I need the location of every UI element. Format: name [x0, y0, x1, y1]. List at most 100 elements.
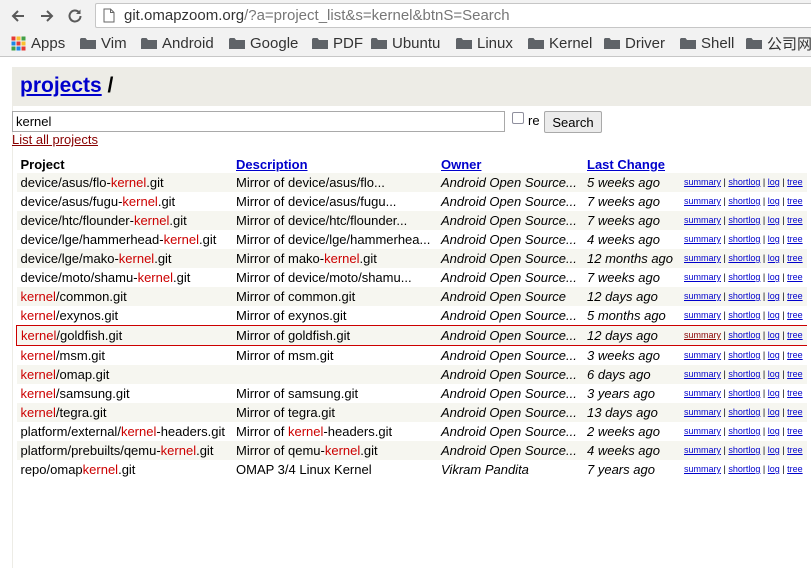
list-all-projects-link[interactable]: List all projects — [12, 132, 98, 147]
search-button[interactable]: Search — [544, 111, 602, 133]
table-row[interactable]: device/moto/shamu-kernel.git Mirror of de… — [17, 268, 807, 287]
summary-link[interactable]: summary — [684, 464, 721, 474]
project-name[interactable]: device/htc/flounder-kernel.git — [16, 211, 232, 230]
tree-link[interactable]: tree — [787, 310, 803, 320]
project-name[interactable]: kernel/exynos.git — [17, 306, 233, 326]
tree-link[interactable]: tree — [787, 407, 803, 417]
back-button[interactable] — [5, 3, 31, 29]
shortlog-link[interactable]: shortlog — [728, 272, 760, 282]
shortlog-link[interactable]: shortlog — [728, 464, 760, 474]
log-link[interactable]: log — [768, 310, 780, 320]
project-name[interactable]: platform/prebuilts/qemu-kernel.git — [16, 441, 232, 460]
table-row[interactable]: kernel/samsung.git Mirror of samsung.git A… — [17, 384, 807, 403]
tree-link[interactable]: tree — [787, 350, 803, 360]
sort-last-change-link[interactable]: Last Change — [587, 157, 665, 172]
bookmark-google[interactable]: Google — [229, 33, 298, 53]
table-row[interactable]: kernel/msm.git Mirror of msm.git Android O… — [17, 346, 807, 366]
project-name[interactable]: device/asus/fugu-kernel.git — [17, 192, 233, 211]
project-name[interactable]: kernel/tegra.git — [16, 403, 232, 422]
table-row[interactable]: kernel/omap.git Android Open Source... 6 d… — [16, 365, 807, 384]
bookmark-driver[interactable]: Driver — [604, 33, 665, 53]
bookmark-linux[interactable]: Linux — [456, 33, 513, 53]
summary-link[interactable]: summary — [684, 369, 721, 379]
tree-link[interactable]: tree — [787, 388, 803, 398]
forward-button[interactable] — [34, 3, 60, 29]
project-name[interactable]: kernel/goldfish.git — [16, 325, 232, 346]
tree-link[interactable]: tree — [787, 330, 803, 340]
shortlog-link[interactable]: shortlog — [728, 177, 760, 187]
project-name[interactable]: device/lge/hammerhead-kernel.git — [17, 230, 233, 249]
shortlog-link[interactable]: shortlog — [728, 310, 760, 320]
bookmark-shell[interactable]: Shell — [680, 33, 734, 53]
shortlog-link[interactable]: shortlog — [728, 253, 760, 263]
shortlog-link[interactable]: shortlog — [728, 330, 760, 340]
log-link[interactable]: log — [768, 234, 780, 244]
tree-link[interactable]: tree — [787, 272, 803, 282]
table-row[interactable]: platform/external/kernel-headers.git Mirr… — [17, 422, 807, 441]
tree-link[interactable]: tree — [787, 291, 803, 301]
summary-link[interactable]: summary — [684, 291, 721, 301]
table-row[interactable]: device/asus/fugu-kernel.git Mirror of dev… — [17, 192, 807, 211]
log-link[interactable]: log — [768, 464, 780, 474]
log-link[interactable]: log — [768, 253, 780, 263]
shortlog-link[interactable]: shortlog — [728, 388, 760, 398]
shortlog-link[interactable]: shortlog — [728, 196, 760, 206]
tree-link[interactable]: tree — [787, 445, 803, 455]
summary-link[interactable]: summary — [684, 196, 721, 206]
bookmark-kernel[interactable]: Kernel — [528, 33, 592, 53]
tree-link[interactable]: tree — [787, 196, 803, 206]
shortlog-link[interactable]: shortlog — [728, 407, 760, 417]
bookmark-pdf[interactable]: PDF — [312, 33, 363, 53]
bookmark-ubuntu[interactable]: Ubuntu — [371, 33, 440, 53]
log-link[interactable]: log — [768, 272, 780, 282]
project-name[interactable]: kernel/common.git — [16, 287, 232, 306]
project-name[interactable]: device/moto/shamu-kernel.git — [17, 268, 233, 287]
table-row[interactable]: kernel/tegra.git Mirror of tegra.git Andro… — [16, 403, 807, 422]
bookmark-apps[interactable]: Apps — [11, 33, 65, 53]
shortlog-link[interactable]: shortlog — [728, 291, 760, 301]
summary-link[interactable]: summary — [684, 330, 721, 340]
projects-link[interactable]: projects — [20, 74, 102, 97]
summary-link[interactable]: summary — [684, 253, 721, 263]
sort-description-link[interactable]: Description — [236, 157, 308, 172]
summary-link[interactable]: summary — [684, 215, 721, 225]
summary-link[interactable]: summary — [684, 426, 721, 436]
sort-owner-link[interactable]: Owner — [441, 157, 481, 172]
tree-link[interactable]: tree — [787, 464, 803, 474]
summary-link[interactable]: summary — [684, 350, 721, 360]
summary-link[interactable]: summary — [684, 272, 721, 282]
log-link[interactable]: log — [768, 330, 780, 340]
project-name[interactable]: repo/omapkernel.git — [17, 460, 233, 479]
log-link[interactable]: log — [768, 445, 780, 455]
bookmark-vim[interactable]: Vim — [80, 33, 127, 53]
address-bar[interactable]: git.omapzoom.org/?a=project_list&s=kerne… — [95, 3, 811, 28]
shortlog-link[interactable]: shortlog — [728, 426, 760, 436]
shortlog-link[interactable]: shortlog — [728, 369, 760, 379]
tree-link[interactable]: tree — [787, 234, 803, 244]
regex-checkbox[interactable] — [512, 112, 524, 124]
shortlog-link[interactable]: shortlog — [728, 215, 760, 225]
log-link[interactable]: log — [768, 291, 780, 301]
shortlog-link[interactable]: shortlog — [728, 445, 760, 455]
bookmark-android[interactable]: Android — [141, 33, 214, 53]
table-row[interactable]: kernel/exynos.git Mirror of exynos.git And… — [17, 306, 807, 326]
project-name[interactable]: platform/external/kernel-headers.git — [17, 422, 233, 441]
tree-link[interactable]: tree — [787, 253, 803, 263]
tree-link[interactable]: tree — [787, 426, 803, 436]
log-link[interactable]: log — [768, 196, 780, 206]
table-row[interactable]: device/htc/flounder-kernel.git Mirror of … — [16, 211, 807, 230]
log-link[interactable]: log — [768, 215, 780, 225]
log-link[interactable]: log — [768, 388, 780, 398]
summary-link[interactable]: summary — [684, 234, 721, 244]
shortlog-link[interactable]: shortlog — [728, 234, 760, 244]
table-row[interactable]: device/asus/flo-kernel.git Mirror of devi… — [16, 173, 807, 192]
table-row[interactable]: kernel/goldfish.git Mirror of goldfish.gi… — [16, 325, 807, 346]
search-input[interactable] — [12, 111, 505, 132]
summary-link[interactable]: summary — [684, 310, 721, 320]
shortlog-link[interactable]: shortlog — [728, 350, 760, 360]
table-row[interactable]: device/lge/mako-kernel.git Mirror of mako… — [16, 249, 807, 268]
project-name[interactable]: kernel/omap.git — [16, 365, 232, 384]
summary-link[interactable]: summary — [684, 407, 721, 417]
tree-link[interactable]: tree — [787, 369, 803, 379]
table-row[interactable]: repo/omapkernel.git OMAP 3/4 Linux Kernel… — [17, 460, 807, 479]
